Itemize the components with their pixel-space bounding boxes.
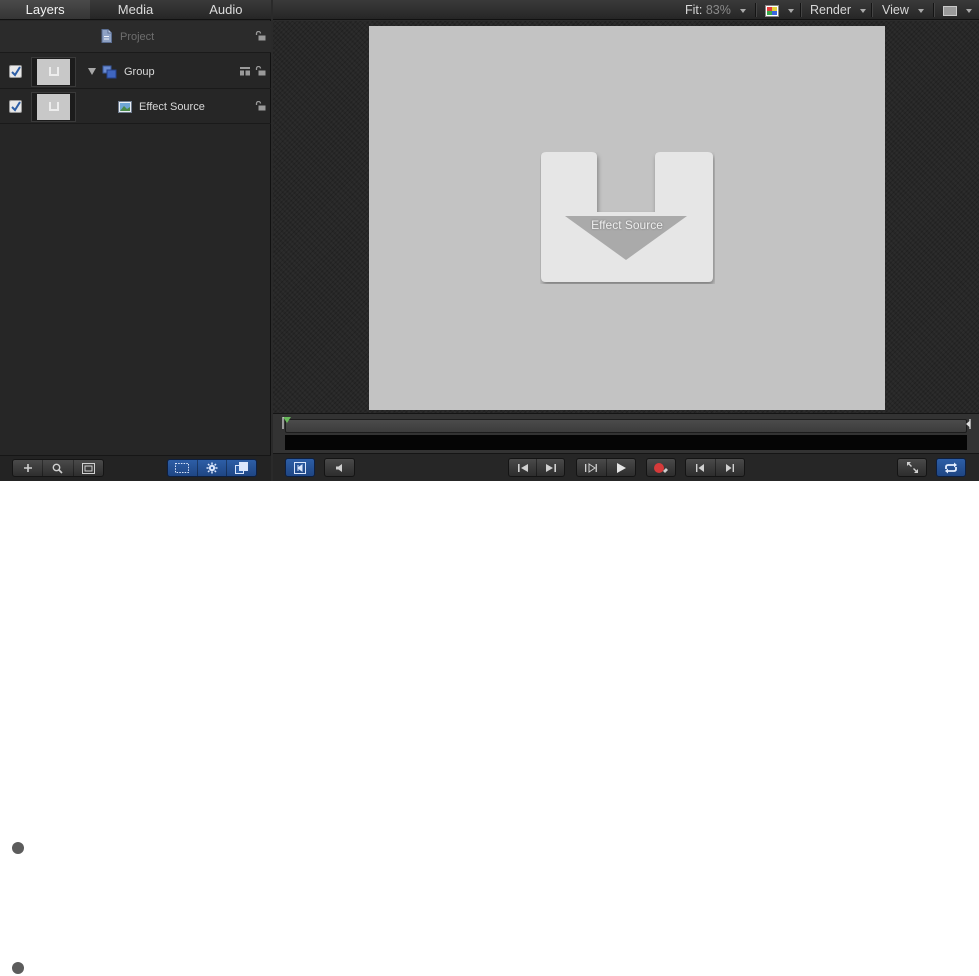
play-controls-group (576, 458, 636, 477)
tab-layers[interactable]: Layers (0, 0, 91, 19)
play-icon (616, 462, 626, 473)
panel-tab-bar: Layers Media Audio (0, 0, 271, 20)
timeline-track[interactable] (285, 435, 967, 450)
show-masks-button[interactable] (168, 460, 198, 476)
fit-value: 83% (705, 3, 731, 17)
motion-app-window: Layers Media Audio Project Group Effect … (0, 0, 979, 481)
add-layer-button[interactable] (13, 460, 44, 476)
color-channels-icon (765, 4, 779, 17)
mini-timeline (273, 413, 979, 453)
disclosure-triangle-icon[interactable] (88, 68, 96, 75)
canvas-frame[interactable]: Effect Source (369, 26, 885, 410)
record-button[interactable] (646, 458, 676, 477)
tab-audio[interactable]: Audio (181, 0, 271, 19)
document-icon (101, 29, 112, 43)
play-from-start-icon (585, 462, 598, 473)
record-icon (654, 462, 668, 473)
gear-icon (206, 462, 218, 474)
loop-playback-button[interactable] (936, 458, 966, 477)
go-to-start-button[interactable] (509, 459, 537, 476)
lock-open-icon[interactable] (255, 31, 266, 41)
layer-row-group[interactable]: Group (0, 55, 271, 89)
canvas-panel: Fit: 83% Render View Effect Source (273, 0, 979, 481)
audio-toggle-button[interactable] (324, 458, 355, 477)
chevron-down-icon (740, 8, 747, 13)
tab-media[interactable]: Media (90, 0, 180, 19)
mask-icon (175, 463, 190, 473)
play-button[interactable] (607, 459, 636, 476)
timeline-ruler[interactable] (285, 419, 967, 433)
skip-end-icon (545, 463, 556, 472)
show-filters-button[interactable] (227, 460, 256, 476)
effect-source-canvas-label: Effect Source (591, 218, 663, 232)
search-icon (53, 463, 64, 474)
go-to-start-end-group (508, 458, 565, 477)
lock-open-icon[interactable] (255, 66, 266, 76)
view-layouts-menu[interactable] (943, 0, 973, 20)
out-point-marker-icon[interactable] (965, 419, 971, 429)
play-from-start-button[interactable] (577, 459, 607, 476)
image-layer-icon (118, 101, 132, 113)
effect-source-placeholder[interactable]: Effect Source (540, 152, 715, 284)
go-to-end-button[interactable] (537, 459, 564, 476)
skip-start-icon (517, 463, 528, 472)
chevron-down-icon (788, 8, 795, 13)
group-label: Group (124, 66, 155, 78)
thumbnail-icon (81, 462, 95, 474)
previous-frame-button[interactable] (686, 459, 716, 476)
group-enable-checkbox[interactable] (9, 65, 22, 78)
layer-thumbnail-button[interactable] (74, 460, 103, 476)
layers-footer (0, 455, 271, 481)
step-back-icon (696, 463, 705, 472)
viewport-layout-icon (943, 5, 957, 16)
render-label: Render (810, 3, 851, 17)
group-options-icon[interactable] (240, 67, 250, 76)
loop-icon (945, 462, 957, 473)
group-icon (102, 65, 117, 79)
group-thumbnail (31, 57, 76, 87)
layers-stack-icon (235, 462, 249, 474)
effect-source-enable-checkbox[interactable] (9, 100, 22, 113)
layer-tools-group (12, 459, 104, 477)
search-layers-button[interactable] (43, 460, 74, 476)
view-menu[interactable]: View (882, 0, 925, 20)
chevron-down-icon (966, 8, 973, 13)
layer-row-project[interactable]: Project (0, 21, 271, 53)
chevron-down-icon (860, 8, 867, 13)
show-timing-button[interactable] (285, 458, 315, 477)
plus-icon (23, 464, 32, 472)
list-bullet (12, 962, 24, 974)
show-behaviors-button[interactable] (198, 460, 228, 476)
layer-view-options-group (167, 459, 257, 477)
effect-source-label: Effect Source (139, 101, 205, 113)
playhead-icon[interactable] (282, 417, 292, 429)
full-screen-button[interactable] (897, 458, 927, 477)
canvas-area[interactable]: Effect Source (273, 21, 979, 413)
step-forward-icon (725, 463, 734, 472)
render-menu[interactable]: Render (810, 0, 867, 20)
fit-label: Fit: (685, 3, 703, 17)
transport-controls (273, 453, 979, 481)
layer-row-effect-source[interactable]: Effect Source (0, 90, 271, 124)
speaker-icon (335, 463, 342, 472)
expand-icon (906, 462, 918, 473)
layers-panel: Layers Media Audio Project Group Effect … (0, 0, 271, 481)
frame-step-group (685, 458, 745, 477)
canvas-toolbar: Fit: 83% Render View (273, 0, 979, 20)
next-frame-button[interactable] (716, 459, 745, 476)
channels-menu[interactable] (765, 0, 795, 20)
project-label: Project (120, 31, 155, 43)
list-bullet (12, 842, 24, 854)
effect-source-thumbnail (31, 92, 76, 122)
view-label: View (882, 3, 909, 17)
timing-panel-icon (294, 461, 306, 474)
lock-open-icon[interactable] (255, 101, 266, 111)
chevron-down-icon (918, 8, 925, 13)
fit-zoom-menu[interactable]: Fit: 83% (685, 0, 747, 20)
